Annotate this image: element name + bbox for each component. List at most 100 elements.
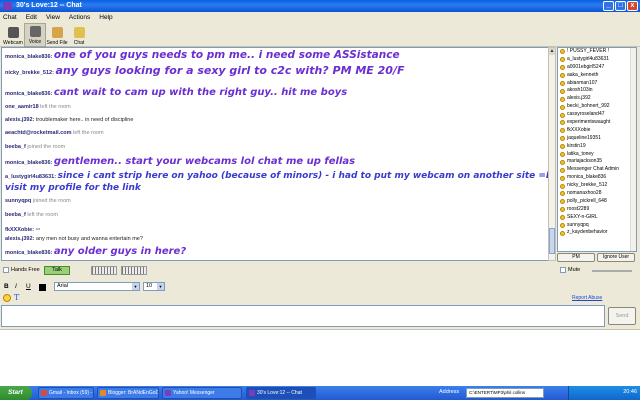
user-list-item[interactable]: Messenger Chat Admin bbox=[558, 166, 636, 174]
menu-chat[interactable]: Chat bbox=[3, 12, 17, 23]
underline-button[interactable]: U bbox=[26, 283, 31, 290]
user-list-item[interactable]: roost2289 bbox=[558, 206, 636, 214]
taskbar-item-label: Yahoo! Messenger bbox=[173, 390, 215, 396]
user-list-item[interactable]: monica_blake836 bbox=[558, 174, 636, 182]
toolbar-webcam-button[interactable]: Webcam bbox=[2, 23, 24, 47]
user-list-item[interactable]: SEXY-n-GIRL bbox=[558, 214, 636, 222]
user-list-item[interactable]: latika_toney bbox=[558, 151, 636, 159]
menu-view[interactable]: View bbox=[46, 12, 60, 23]
message-nick[interactable]: monica_blake836: bbox=[5, 160, 52, 166]
user-name: a0001ebgirl5247 bbox=[567, 63, 605, 70]
message-input[interactable] bbox=[1, 305, 605, 327]
scroll-thumb[interactable] bbox=[549, 228, 555, 254]
user-list-item[interactable]: alexis.j392 bbox=[558, 95, 636, 103]
hands-free-checkbox[interactable] bbox=[3, 267, 9, 273]
voice-meter-out bbox=[121, 266, 147, 275]
message-nick[interactable]: monica_blake836: bbox=[5, 54, 52, 60]
smiley-icon[interactable] bbox=[3, 294, 11, 302]
user-list-item[interactable]: fkXXXobie bbox=[558, 127, 636, 135]
italic-button[interactable]: I bbox=[15, 283, 17, 290]
start-button[interactable]: Start bbox=[0, 386, 32, 400]
user-list-item[interactable]: kirstin19 bbox=[558, 143, 636, 151]
user-list-item[interactable]: aaka_kenneth bbox=[558, 72, 636, 80]
menu-edit[interactable]: Edit bbox=[26, 12, 37, 23]
font-value: Arial bbox=[57, 283, 69, 289]
user-list-item[interactable]: akosh103in bbox=[558, 87, 636, 95]
ignore-user-button[interactable]: Ignore User bbox=[597, 253, 635, 262]
chat-message: sunnyqpq joined the room bbox=[5, 198, 71, 204]
user-list-scrollbar[interactable] bbox=[630, 48, 636, 251]
message-nick[interactable]: one_aamir18 bbox=[5, 104, 39, 110]
pm-button[interactable]: PM bbox=[557, 253, 595, 262]
user-smiley-icon bbox=[560, 207, 565, 213]
message-nick[interactable]: beeba_f bbox=[5, 144, 26, 150]
message-nick[interactable]: beeba_f bbox=[5, 212, 26, 218]
toolbar-label: Webcam bbox=[3, 40, 23, 46]
taskbar-item-label: 30's Love:12 -- Chat bbox=[257, 390, 302, 396]
chat-message: aeachtd@rocketmail.com left the room bbox=[5, 130, 104, 136]
user-name: monica_blake836 bbox=[567, 174, 607, 181]
text-color-button[interactable] bbox=[39, 284, 46, 291]
user-list-item[interactable]: becki_bohnert_992 bbox=[558, 103, 636, 111]
user-list-item[interactable]: mariajackson35 bbox=[558, 158, 636, 166]
user-smiley-icon bbox=[560, 104, 565, 110]
font-select[interactable]: Arial ▼ bbox=[54, 282, 140, 291]
user-list-item[interactable]: nicky_brekke_512 bbox=[558, 182, 636, 190]
text-style-icon[interactable]: T bbox=[14, 293, 19, 302]
title-bar[interactable]: 30's Love:12 -- Chat _ □ x bbox=[0, 0, 640, 12]
mute-checkbox[interactable] bbox=[560, 267, 566, 273]
message-nick[interactable]: a_lustygirl4u83631: bbox=[5, 174, 56, 180]
menu-help[interactable]: Help bbox=[99, 12, 112, 23]
user-list-item[interactable]: jaqueline19351 bbox=[558, 135, 636, 143]
user-list-item[interactable]: experimentswaught bbox=[558, 119, 636, 127]
taskbar-app-icon bbox=[249, 390, 255, 396]
close-button[interactable]: x bbox=[627, 1, 638, 11]
user-list-item[interactable]: z_kaydenbehavior bbox=[558, 229, 636, 237]
toolbar-send-file-button[interactable]: Send File bbox=[46, 23, 68, 47]
talk-button[interactable]: Talk bbox=[44, 266, 70, 275]
chat-messages[interactable]: monica_blake836: one of you guys needs t… bbox=[1, 47, 549, 261]
user-name: latika_toney bbox=[567, 150, 594, 157]
message-nick[interactable]: nicky_brekke_512: bbox=[5, 70, 54, 76]
user-list-item[interactable]: nomanaxhoo28 bbox=[558, 190, 636, 198]
report-abuse-link[interactable]: Report Abuse bbox=[572, 295, 602, 301]
message-nick[interactable]: aeachtd@rocketmail.com bbox=[5, 130, 72, 136]
bold-button[interactable]: B bbox=[4, 283, 9, 290]
user-name: z_kaydenbehavior bbox=[567, 229, 608, 236]
taskbar-item[interactable]: Yahoo! Messenger bbox=[162, 387, 242, 399]
toolbar-voice-button[interactable]: Voice bbox=[24, 23, 46, 47]
user-name: kirstin19 bbox=[567, 142, 586, 149]
message-nick[interactable]: alexis.j392: bbox=[5, 117, 34, 123]
user-list-item[interactable]: polly_pickrell_648 bbox=[558, 198, 636, 206]
send-button[interactable]: Send bbox=[608, 307, 636, 325]
message-nick[interactable]: monica_blake836: bbox=[5, 91, 52, 97]
minimize-button[interactable]: _ bbox=[603, 1, 614, 11]
user-list-item[interactable]: ! PUSSY_FEVER ! bbox=[558, 48, 636, 56]
menu-actions[interactable]: Actions bbox=[69, 12, 90, 23]
scroll-up-arrow[interactable]: ▲ bbox=[549, 48, 555, 55]
user-list[interactable]: ! PUSSY_FEVER ! a_lustygirl4u83631 a0001eb… bbox=[557, 47, 637, 252]
user-list-item[interactable]: a0001ebgirl5247 bbox=[558, 64, 636, 72]
message-nick[interactable]: monica_blake836: bbox=[5, 250, 52, 256]
taskbar-item[interactable]: Blogger: BrANdEnGoD... bbox=[97, 387, 159, 399]
taskbar-item[interactable]: 30's Love:12 -- Chat bbox=[246, 387, 316, 399]
message-nick[interactable]: sunnyqpq bbox=[5, 198, 31, 204]
font-size-select[interactable]: 10 ▼ bbox=[143, 282, 165, 291]
chat-scrollbar[interactable]: ▲ bbox=[548, 47, 556, 261]
user-name: SEXY-n-GIRL bbox=[567, 213, 598, 220]
address-input[interactable]: C:\ENTERT\MP3\phil collins bbox=[466, 388, 544, 398]
chat-message: visit my profile for the link bbox=[5, 183, 141, 193]
user-list-item[interactable]: abianman107 bbox=[558, 80, 636, 88]
message-nick[interactable]: fkXXXobie: bbox=[5, 227, 34, 233]
user-list-item[interactable]: cassyroseland47 bbox=[558, 111, 636, 119]
lower-pane bbox=[0, 329, 640, 386]
taskbar-item[interactable]: Gmail - Inbox (59) - grea... bbox=[38, 387, 94, 399]
user-smiley-icon bbox=[560, 57, 565, 63]
user-list-item[interactable]: sunnyqpq bbox=[558, 222, 636, 230]
toolbar-chat-button[interactable]: Chat bbox=[68, 23, 90, 47]
message-nick[interactable]: alexis.j392: bbox=[5, 236, 34, 242]
volume-slider[interactable] bbox=[592, 270, 632, 272]
chat-message: monica_blake836: one of you guys needs t… bbox=[5, 49, 400, 61]
user-list-item[interactable]: a_lustygirl4u83631 bbox=[558, 56, 636, 64]
maximize-button[interactable]: □ bbox=[615, 1, 626, 11]
